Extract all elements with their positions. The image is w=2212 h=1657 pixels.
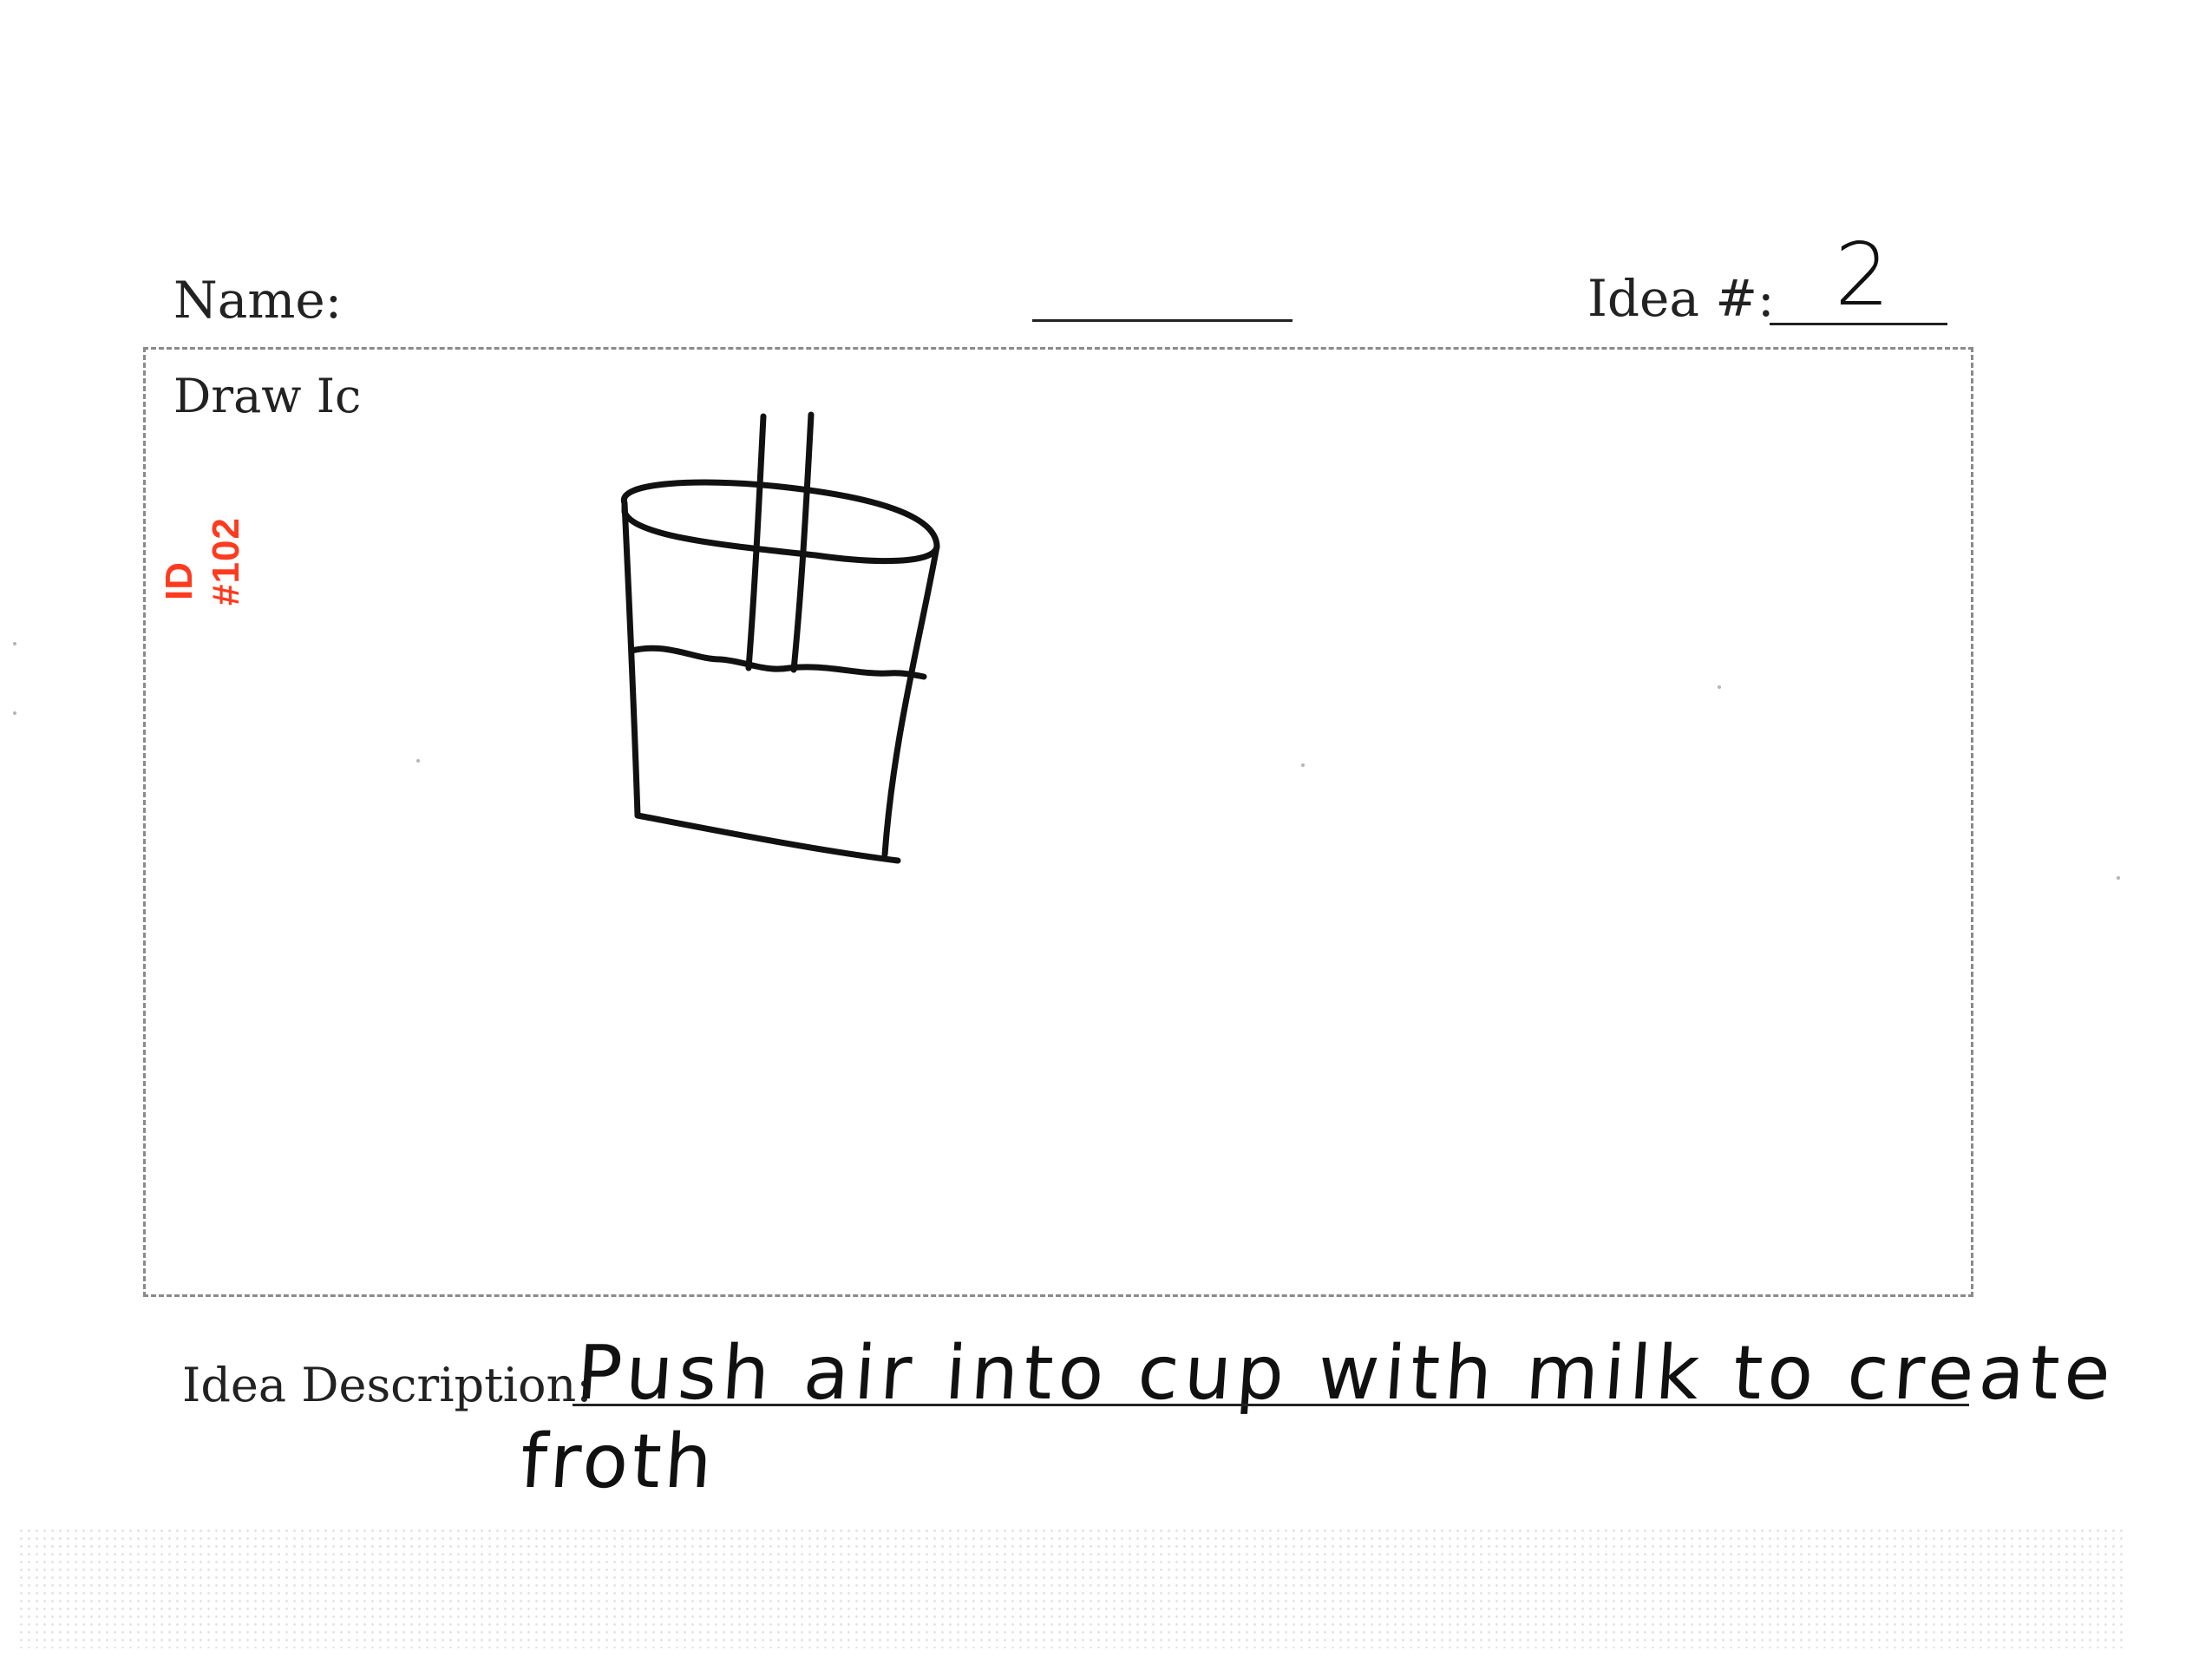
scan-speck (13, 711, 16, 715)
scan-speck (2117, 876, 2120, 880)
id-stamp-number: #102 (205, 517, 247, 606)
idea-description-label: Idea Description: (182, 1358, 592, 1412)
idea-description-text-line2: froth (517, 1418, 719, 1505)
scan-speck (1301, 763, 1305, 767)
idea-number-value: 2 (1835, 224, 1892, 325)
draw-idea-label: Draw Ic (173, 369, 362, 423)
scan-speck (1718, 685, 1721, 689)
scan-speck (13, 642, 16, 645)
scan-speck (416, 759, 420, 763)
idea-number-field-line (1770, 323, 1947, 325)
idea-description-line (573, 1404, 1969, 1406)
idea-number-label: Idea #: (1587, 269, 1775, 328)
name-label: Name: (173, 271, 343, 330)
cup-with-straw-icon (620, 411, 940, 864)
name-field-line (1032, 319, 1293, 322)
scan-noise (17, 1527, 2125, 1648)
id-stamp-label: ID (158, 562, 200, 600)
id-stamp: ID #102 (147, 494, 252, 625)
drawing-area (143, 347, 1973, 1297)
